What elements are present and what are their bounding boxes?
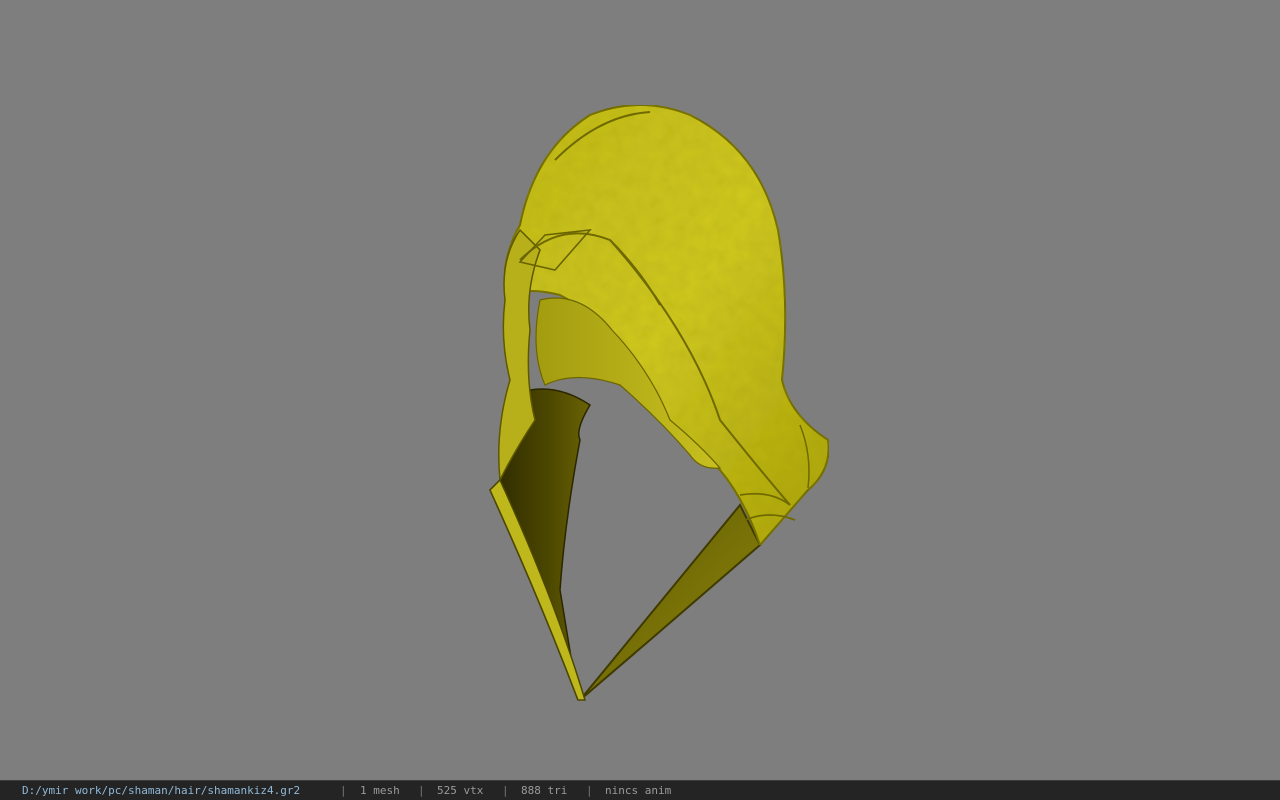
3d-viewport[interactable]: [0, 0, 1280, 780]
status-bar: D:/ymir work/pc/shaman/hair/shamankiz4.g…: [0, 780, 1280, 800]
hood-inner-right-flap: [579, 503, 762, 701]
anim-status: nincs anim: [605, 784, 672, 797]
mesh-count: 1 mesh: [360, 784, 400, 797]
vertex-count: 525 vtx: [437, 784, 484, 797]
separator: |: [418, 784, 425, 797]
separator: |: [502, 784, 509, 797]
separator: |: [340, 784, 347, 797]
triangle-count: 888 tri: [521, 784, 568, 797]
hood-model[interactable]: [0, 0, 1280, 780]
separator: |: [586, 784, 593, 797]
file-path: D:/ymir work/pc/shaman/hair/shamankiz4.g…: [22, 784, 301, 797]
